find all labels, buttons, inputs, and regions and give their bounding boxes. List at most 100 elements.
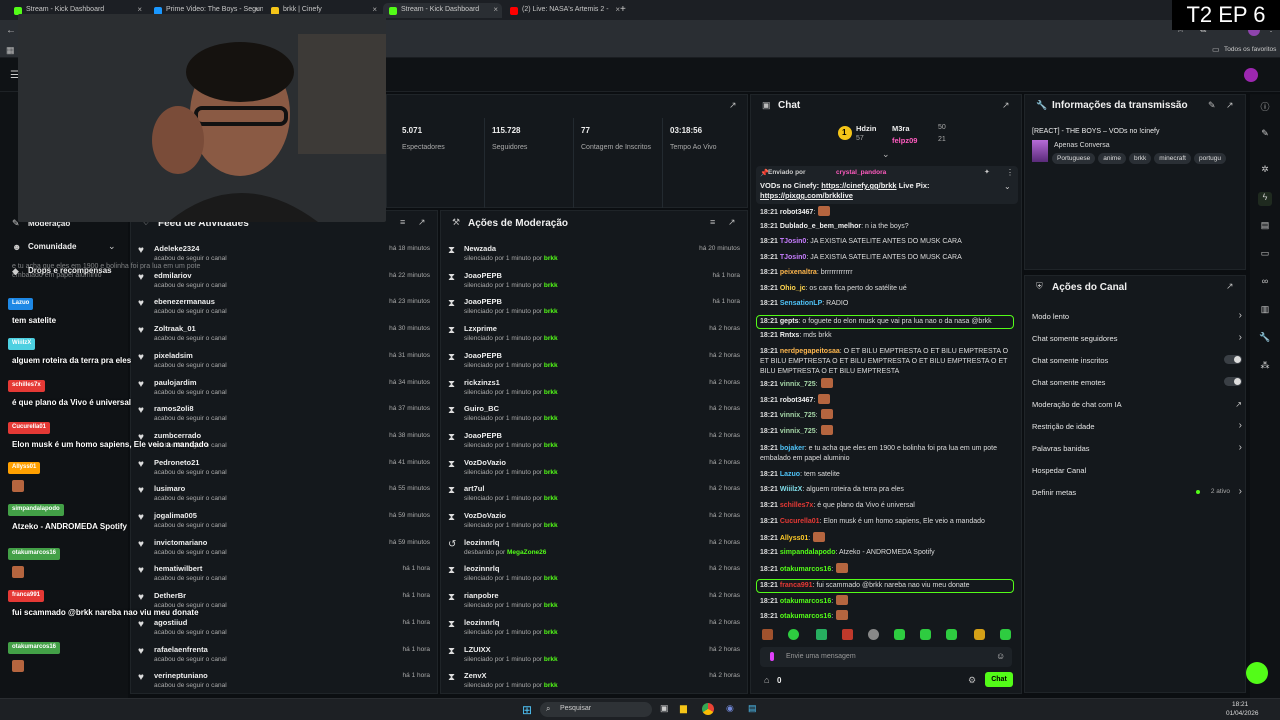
mod-target-username[interactable]: rickzinzs1 bbox=[464, 378, 500, 387]
emote-icon[interactable] bbox=[762, 629, 773, 640]
mod-target-username[interactable]: art7ul bbox=[464, 484, 484, 493]
discord-icon[interactable]: ◉ bbox=[726, 703, 734, 714]
new-tab-button[interactable]: + bbox=[620, 4, 626, 15]
channel-action-item[interactable]: Moderação de chat com IA ↗ bbox=[1032, 400, 1242, 409]
chat-username[interactable]: vinnix_725 bbox=[780, 412, 816, 419]
moderator-name[interactable]: brkk bbox=[544, 469, 558, 476]
leader-name[interactable]: Hdzin bbox=[856, 124, 876, 133]
stream-tag[interactable]: portugu bbox=[1193, 153, 1227, 164]
help-chat-button[interactable] bbox=[1246, 662, 1268, 684]
emote-icon[interactable] bbox=[816, 629, 827, 640]
emote-icon[interactable] bbox=[842, 629, 853, 640]
browser-tab[interactable]: (2) Live: NASA's Artemis 2 - × bbox=[504, 3, 624, 18]
emote-icon[interactable] bbox=[974, 629, 985, 640]
file-explorer-icon[interactable]: ▆ bbox=[680, 703, 687, 714]
chat-username[interactable]: WiiilzX bbox=[780, 486, 803, 493]
expand-icon[interactable]: ↗ bbox=[1226, 100, 1234, 111]
edit-icon[interactable]: ✎ bbox=[1208, 100, 1216, 111]
emoji-icon[interactable]: ☺ bbox=[996, 651, 1005, 661]
chevron-right-icon[interactable]: › bbox=[1239, 420, 1242, 431]
mic-icon[interactable] bbox=[770, 652, 774, 661]
moderator-name[interactable]: MegaZone26 bbox=[507, 549, 546, 556]
mod-target-username[interactable]: VozDoVazio bbox=[464, 458, 506, 467]
back-icon[interactable]: ← bbox=[6, 25, 16, 36]
mod-target-username[interactable]: leozinnrlq bbox=[464, 564, 499, 573]
nodes-icon[interactable]: ⁂ bbox=[1258, 360, 1272, 374]
chevron-down-icon[interactable]: ⌄ bbox=[882, 149, 890, 160]
chat-username[interactable]: otakumarcos16 bbox=[780, 613, 831, 620]
chat-username[interactable]: vinnix_725 bbox=[780, 428, 816, 435]
chevron-down-icon[interactable]: ⌄ bbox=[108, 241, 116, 252]
mod-target-username[interactable]: VozDoVazio bbox=[464, 511, 506, 520]
app-icon[interactable]: ▤ bbox=[748, 703, 757, 714]
filter-icon[interactable]: ≡ bbox=[400, 217, 405, 227]
leader-name[interactable]: felpz09 bbox=[892, 136, 917, 145]
expand-icon[interactable]: ↗ bbox=[418, 217, 426, 228]
pinned-link-cinefy[interactable]: https://cinefy.gg/brkk bbox=[821, 181, 896, 190]
leader-name[interactable]: M3ra bbox=[892, 124, 910, 133]
close-tab-icon[interactable]: × bbox=[254, 5, 259, 14]
chat-username[interactable]: gepts bbox=[780, 318, 799, 325]
pinned-link-pix[interactable]: https://pixgg.com/brkklive bbox=[760, 191, 853, 200]
info-icon[interactable]: ⓘ bbox=[1258, 100, 1272, 114]
expand-icon[interactable]: ↗ bbox=[1226, 281, 1234, 292]
bookmarks-all-label[interactable]: Todos os favoritos bbox=[1224, 46, 1276, 53]
emote-icon[interactable] bbox=[920, 629, 931, 640]
stream-tag[interactable]: anime bbox=[1098, 153, 1126, 164]
chat-username[interactable]: SensationLP bbox=[780, 300, 822, 307]
user-avatar[interactable] bbox=[1244, 68, 1258, 82]
moderator-name[interactable]: brkk bbox=[544, 522, 558, 529]
mod-target-username[interactable]: leozinnrlq bbox=[464, 618, 499, 627]
external-link-icon[interactable]: ↗ bbox=[1235, 400, 1242, 409]
emote-icon[interactable] bbox=[894, 629, 905, 640]
moderator-name[interactable]: brkk bbox=[544, 602, 558, 609]
feed-username[interactable]: Adeleke2324 bbox=[154, 244, 199, 253]
channel-action-item[interactable]: Hospedar Canal bbox=[1032, 466, 1242, 475]
edit-icon[interactable]: ✎ bbox=[1258, 128, 1272, 142]
emote-icon[interactable] bbox=[946, 629, 957, 640]
sidebar-community[interactable]: Comunidade bbox=[28, 242, 76, 251]
bug-icon[interactable]: ✲ bbox=[1258, 164, 1272, 178]
wrench-icon[interactable]: 🔧 bbox=[1258, 332, 1272, 346]
chat-username[interactable]: bojaker bbox=[780, 445, 805, 452]
chat-input[interactable]: Envie uma mensagem ☺ bbox=[760, 647, 1012, 667]
chrome-icon[interactable] bbox=[702, 703, 714, 715]
chat-username[interactable]: otakumarcos16 bbox=[780, 598, 831, 605]
taskbar-search[interactable]: ⌕ Pesquisar bbox=[540, 702, 652, 717]
chevron-down-icon[interactable]: ⌄ bbox=[1004, 182, 1011, 191]
chat-username[interactable]: robot3467 bbox=[780, 397, 813, 404]
browser-tab[interactable]: Stream - Kick Dashboard × bbox=[383, 3, 502, 18]
mod-target-username[interactable]: JoaoPEPB bbox=[464, 271, 502, 280]
moderator-name[interactable]: brkk bbox=[544, 682, 558, 689]
close-tab-icon[interactable]: × bbox=[137, 5, 142, 14]
expand-icon[interactable]: ↗ bbox=[728, 217, 736, 228]
chat-send-button[interactable]: Chat bbox=[985, 672, 1013, 687]
toggle-switch[interactable] bbox=[1224, 377, 1242, 386]
mod-target-username[interactable]: JoaoPEPB bbox=[464, 297, 502, 306]
chat-username[interactable]: Rntxs bbox=[780, 332, 799, 339]
chat-username[interactable]: TJosin0 bbox=[780, 254, 806, 261]
chat-username[interactable]: Dublado_e_bem_melhor bbox=[780, 223, 861, 230]
settings-icon[interactable]: ⚙ bbox=[968, 675, 976, 686]
channel-action-item[interactable]: Restrição de idade › bbox=[1032, 420, 1242, 431]
toggle-switch[interactable] bbox=[1224, 355, 1242, 364]
emote-icon[interactable] bbox=[1000, 629, 1011, 640]
mod-target-username[interactable]: leozinnrlq bbox=[464, 538, 499, 547]
chat-username[interactable]: peixenaltra bbox=[780, 269, 817, 276]
channel-action-item[interactable]: Modo lento › bbox=[1032, 310, 1242, 321]
chevron-right-icon[interactable]: › bbox=[1239, 310, 1242, 321]
moderator-name[interactable]: brkk bbox=[544, 656, 558, 663]
chevron-right-icon[interactable]: › bbox=[1239, 442, 1242, 453]
message-icon[interactable]: ▭ bbox=[1258, 248, 1272, 262]
mod-target-username[interactable]: rianpobre bbox=[464, 591, 499, 600]
stream-tag[interactable]: Portuguese bbox=[1052, 153, 1096, 164]
moderator-name[interactable]: brkk bbox=[544, 442, 558, 449]
moderator-name[interactable]: brkk bbox=[544, 335, 558, 342]
layers-icon[interactable]: ▥ bbox=[1258, 304, 1272, 318]
stream-tag[interactable]: minecraft bbox=[1154, 153, 1191, 164]
mod-target-username[interactable]: Lzxprime bbox=[464, 324, 497, 333]
moderator-name[interactable]: brkk bbox=[544, 389, 558, 396]
bolt-icon[interactable]: ϟ bbox=[1258, 192, 1272, 206]
task-view-icon[interactable]: ▣ bbox=[660, 703, 669, 714]
chat-username[interactable]: Cucurella01 bbox=[780, 518, 820, 525]
